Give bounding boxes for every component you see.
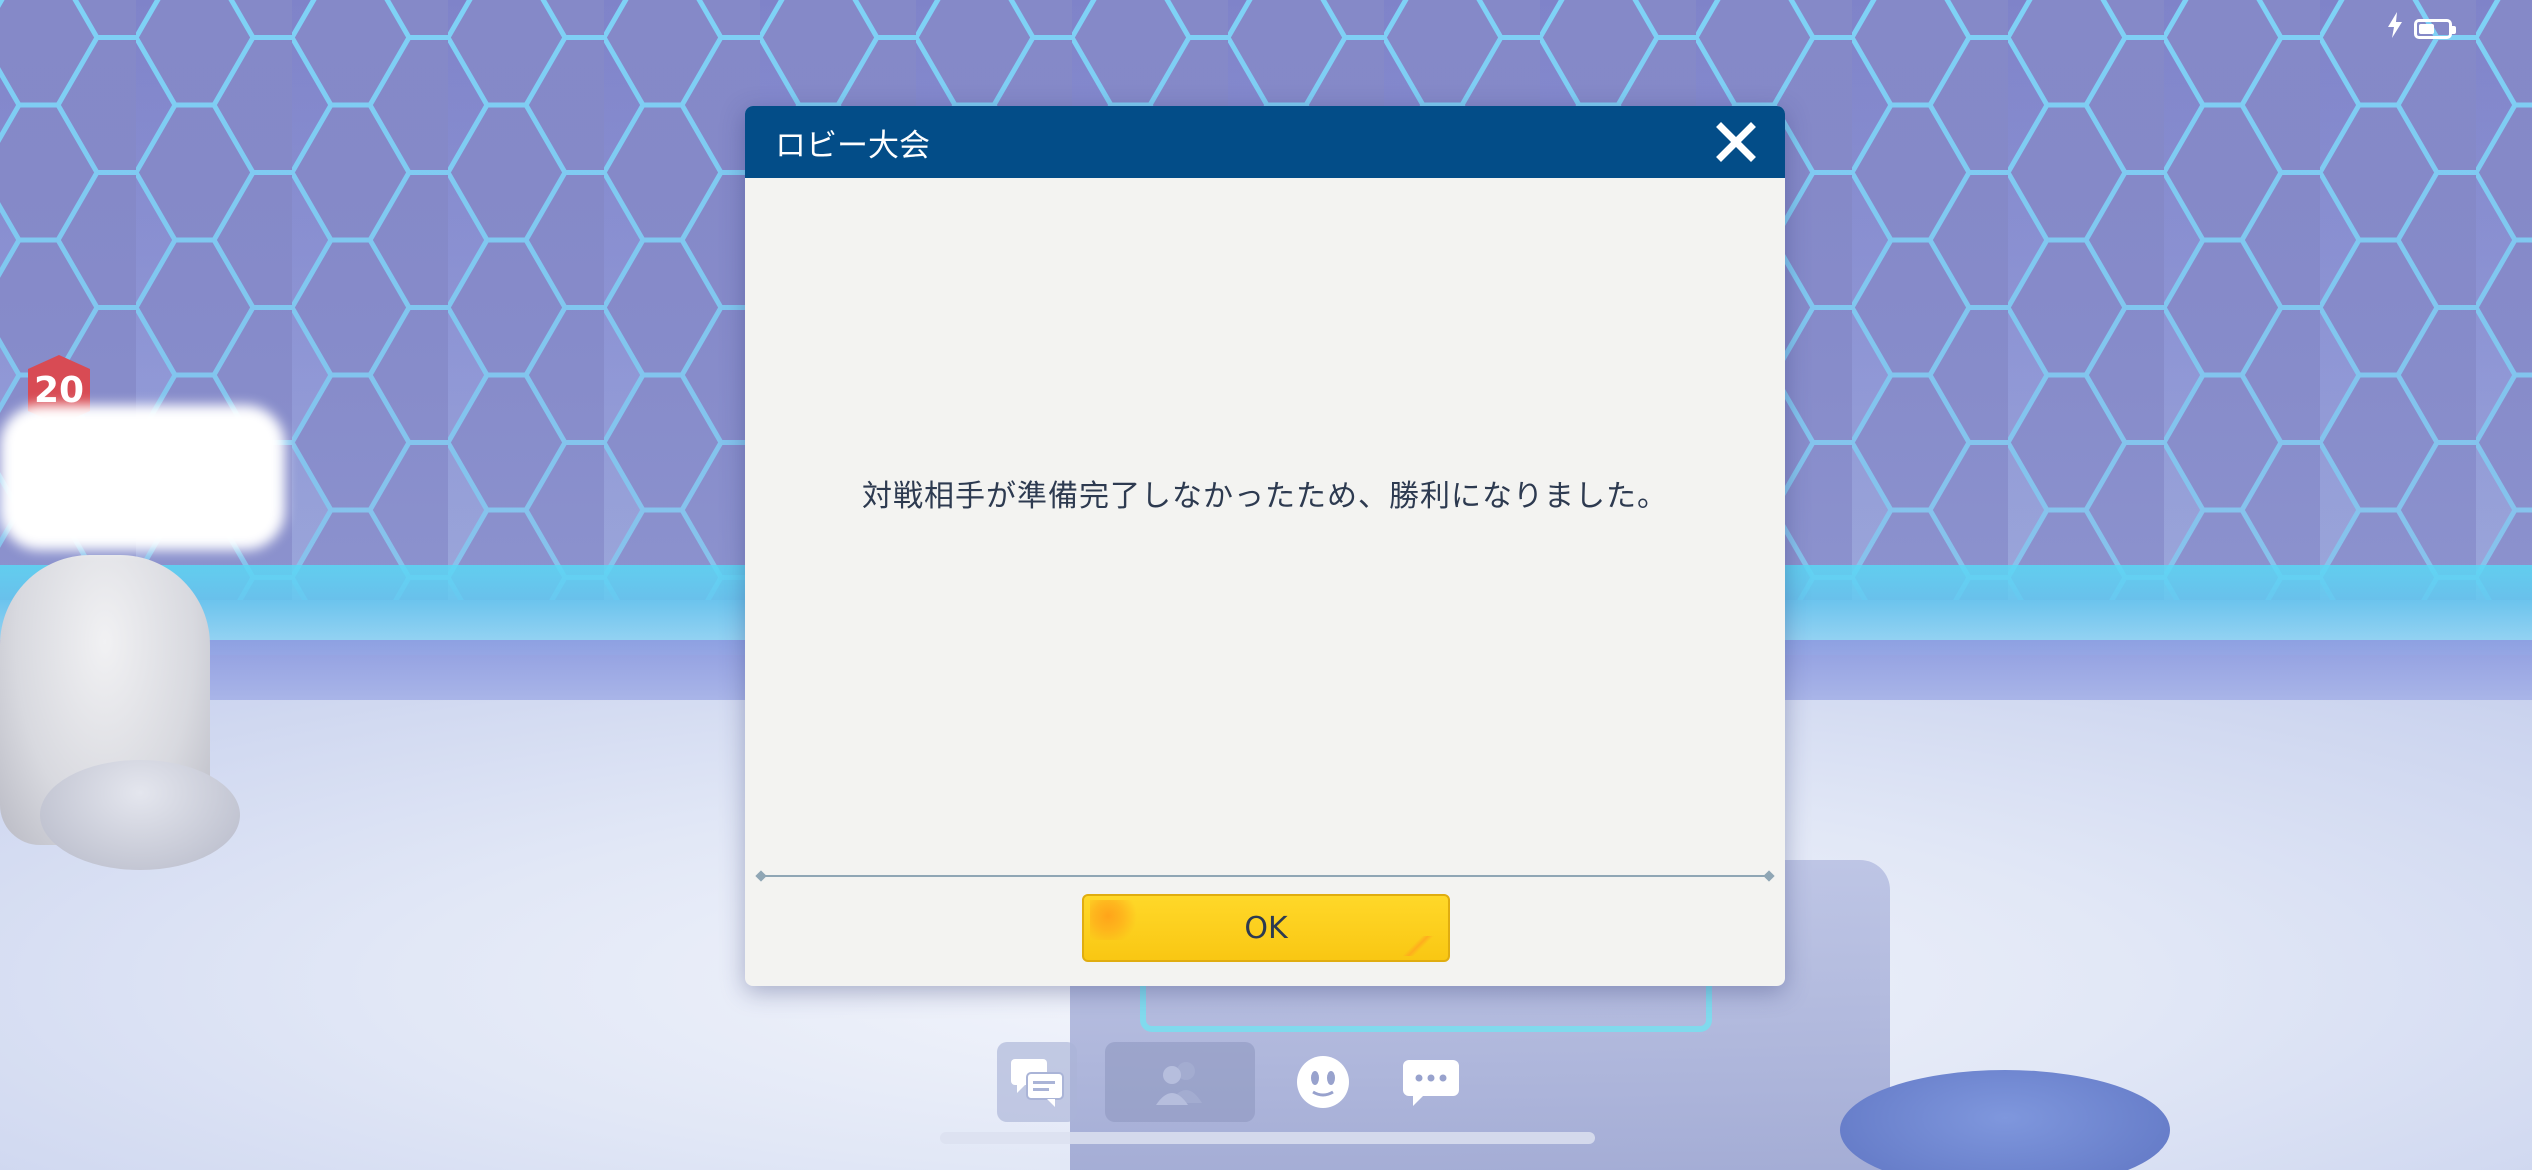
emote-button[interactable] [1283,1042,1363,1122]
player-name-redacted [0,405,285,550]
people-icon [1156,1062,1202,1105]
dialog-title: ロビー大会 [775,127,930,164]
home-indicator[interactable] [940,1132,1595,1144]
player-seat [40,760,240,870]
button-sparkle [1090,900,1150,940]
battery-level-fill [2419,23,2434,34]
friends-button[interactable] [1105,1042,1255,1122]
chat-bubbles-icon [1011,1059,1064,1107]
ok-button[interactable]: OK [1082,894,1450,962]
lobby-tournament-dialog: ロビー大会 対戦相手が準備完了しなかったため、勝利になりました。 OK [745,106,1785,986]
speech-dots-icon [1403,1060,1459,1106]
dialog-header: ロビー大会 [745,106,1785,178]
dialog-message: 対戦相手が準備完了しなかったため、勝利になりました。 [862,479,1668,514]
chat-log-button[interactable] [997,1042,1077,1122]
ok-button-label: OK [1244,910,1288,946]
status-bar [2386,12,2456,45]
message-button[interactable] [1391,1042,1471,1122]
face-icon [1297,1056,1349,1108]
dialog-body: 対戦相手が準備完了しなかったため、勝利になりました。 [745,178,1785,868]
close-button[interactable] [1713,119,1759,165]
dialog-divider [759,875,1771,877]
button-sparkle [1398,936,1438,956]
bottom-toolbar [997,1040,1471,1124]
close-icon [1716,122,1756,162]
game-screen: 20 ロビー大会 対戦相手が準備完了しなかったため、勝利になりました。 OK [0,0,2532,1170]
bolt-icon [2386,12,2404,45]
battery-icon [2414,18,2456,39]
